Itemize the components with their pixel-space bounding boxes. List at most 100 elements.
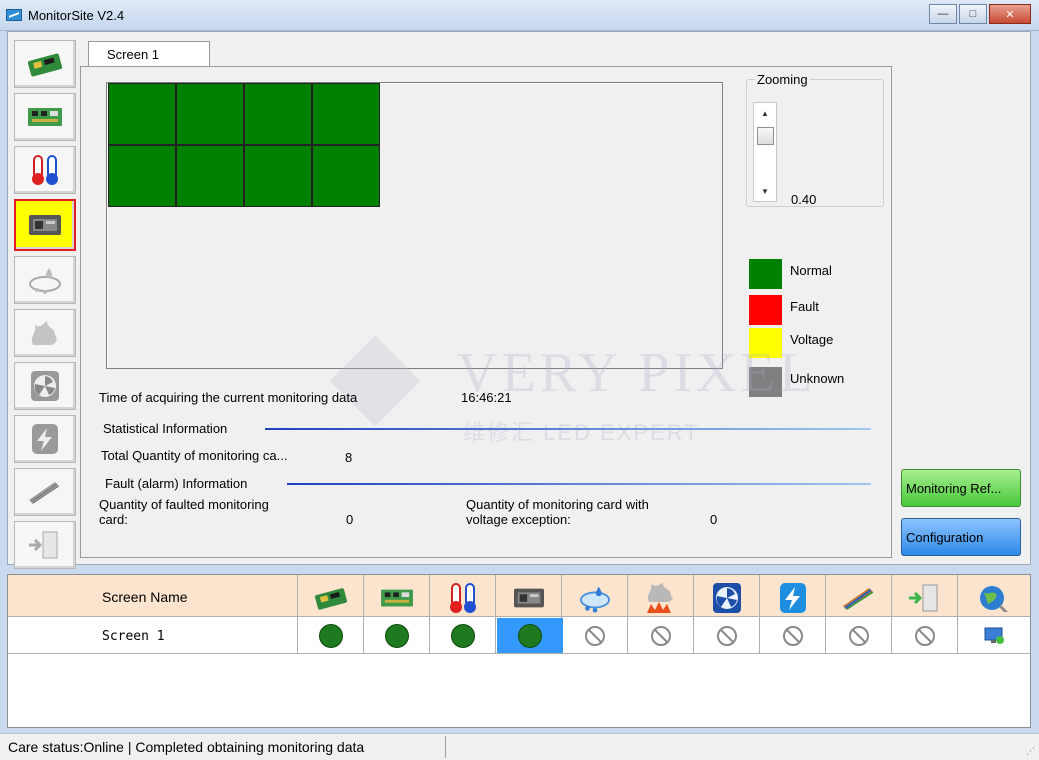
status-cell[interactable]	[958, 618, 1030, 653]
cabinet-cell[interactable]	[176, 145, 244, 207]
faulted-label: Quantity of faulted monitoring	[99, 497, 269, 512]
not-available-icon	[651, 625, 671, 646]
legend-fault: Fault	[749, 295, 819, 325]
close-button[interactable]: ✕	[989, 4, 1031, 24]
column-header-monitoring-card[interactable]	[364, 579, 430, 617]
status-cell[interactable]	[430, 618, 496, 653]
status-cell[interactable]	[826, 618, 892, 653]
lightning-icon	[32, 424, 58, 454]
receiving-card-icon	[27, 53, 63, 77]
legend-swatch	[749, 328, 782, 358]
column-header-smoke[interactable]	[628, 579, 694, 617]
fan-icon	[713, 583, 741, 613]
legend-swatch	[749, 295, 782, 325]
receiving-card-icon	[314, 588, 348, 610]
watermark-subtext: 维修汇 LED EXPERT	[463, 420, 700, 445]
legend-unknown: Unknown	[749, 367, 844, 397]
column-header-fan[interactable]	[694, 579, 760, 617]
window-title: MonitorSite V2.4	[28, 8, 125, 23]
maximize-button[interactable]: □	[959, 4, 987, 24]
ribbon-cable-icon	[843, 588, 874, 610]
legend-label: Fault	[790, 298, 819, 314]
column-header-door[interactable]	[892, 579, 958, 617]
zoom-value: 0.40	[791, 192, 817, 207]
sidebar-smoke-humidity-button[interactable]	[14, 256, 76, 304]
zoom-up-icon[interactable]: ▲	[761, 109, 769, 118]
status-ok-icon	[451, 623, 475, 648]
cabinet-cell[interactable]	[312, 83, 380, 145]
status-cell[interactable]	[694, 618, 760, 653]
sidebar-power-button[interactable]	[14, 415, 76, 463]
fault-divider	[287, 483, 871, 485]
not-available-icon	[585, 625, 605, 646]
cabinet-cell[interactable]	[176, 83, 244, 145]
status-text: Care status:Online | Completed obtaining…	[8, 739, 365, 755]
cabinet-cell[interactable]	[312, 145, 380, 207]
cabinet-cell[interactable]	[244, 83, 312, 145]
status-cell[interactable]	[892, 618, 958, 653]
status-cell[interactable]	[364, 618, 430, 653]
thermometer-icon	[32, 155, 58, 185]
column-header-temperature[interactable]	[430, 579, 496, 617]
smoke-icon	[31, 321, 57, 345]
row-divider	[8, 653, 1030, 654]
legend-swatch	[749, 367, 782, 397]
column-header-receiving-card[interactable]	[298, 579, 364, 617]
sidebar-door-button[interactable]	[14, 521, 76, 569]
minimize-button[interactable]: —	[929, 4, 957, 24]
monitoring-refresh-button[interactable]: Monitoring Ref...	[901, 469, 1021, 507]
legend-normal: Normal	[749, 259, 832, 289]
status-cell-selected[interactable]	[497, 618, 563, 653]
column-header-network[interactable]	[958, 579, 1030, 617]
sidebar-receiving-card-button[interactable]	[14, 40, 76, 88]
sidebar-temperature-button[interactable]	[14, 146, 76, 194]
row-screen-name[interactable]: Screen 1	[102, 629, 165, 644]
status-cell[interactable]	[628, 618, 694, 653]
status-ok-icon	[518, 623, 542, 648]
smoke-fire-icon	[647, 583, 673, 613]
globe-icon	[980, 586, 1008, 612]
zoom-down-icon[interactable]: ▼	[761, 187, 769, 196]
status-cell[interactable]	[760, 618, 826, 653]
sidebar-monitoring-card-button[interactable]	[14, 93, 76, 141]
screen-canvas	[106, 82, 723, 369]
column-header-screen-name[interactable]: Screen Name	[102, 589, 188, 605]
main-window: Screen 1 Zooming ▲ ▼ 0.40 Normal Fault V…	[7, 31, 1031, 569]
status-separator	[445, 736, 446, 758]
legend-voltage: Voltage	[749, 328, 833, 358]
status-cell[interactable]	[562, 618, 628, 653]
sidebar-fan-button[interactable]	[14, 362, 76, 410]
title-bar: MonitorSite V2.4 — □ ✕	[0, 0, 1039, 31]
configuration-button[interactable]: Configuration	[901, 518, 1021, 556]
column-header-power[interactable]	[760, 579, 826, 617]
door-icon	[909, 584, 938, 612]
voltage-value: 0	[710, 512, 718, 527]
cabinet-cell[interactable]	[244, 145, 312, 207]
zoom-slider[interactable]: ▲ ▼	[753, 102, 777, 202]
column-header-cabinet[interactable]	[496, 579, 562, 617]
not-available-icon	[717, 625, 737, 646]
status-table: Screen Name Screen 1	[7, 574, 1031, 728]
cabinet-cell[interactable]	[108, 83, 176, 145]
faulted-label-cont: card:	[99, 512, 128, 527]
monitor-panel: Zooming ▲ ▼ 0.40 Normal Fault Voltage Un…	[80, 66, 892, 558]
sidebar-smoke-button[interactable]	[14, 309, 76, 357]
fault-section-title: Fault (alarm) Information	[105, 476, 248, 491]
fan-icon	[31, 371, 59, 401]
column-header-humidity[interactable]	[562, 579, 628, 617]
legend-label: Unknown	[790, 370, 845, 386]
cabinet-icon	[514, 588, 544, 608]
sidebar-ribbon-cable-button[interactable]	[14, 468, 76, 516]
resize-grip-icon[interactable]: ⋰	[1026, 746, 1035, 757]
stats-section-title: Statistical Information	[103, 421, 228, 436]
monitoring-card-icon	[28, 108, 62, 126]
zoom-thumb[interactable]	[757, 127, 774, 145]
total-value: 8	[345, 450, 353, 465]
status-cell[interactable]	[298, 618, 364, 653]
cabinet-cell[interactable]	[108, 145, 176, 207]
not-available-icon	[783, 625, 803, 646]
column-header-ribbon-cable[interactable]	[826, 579, 892, 617]
monitoring-card-icon	[381, 589, 413, 607]
tab-screen-1[interactable]: Screen 1	[88, 41, 210, 67]
sidebar-cabinet-button[interactable]	[14, 199, 76, 251]
